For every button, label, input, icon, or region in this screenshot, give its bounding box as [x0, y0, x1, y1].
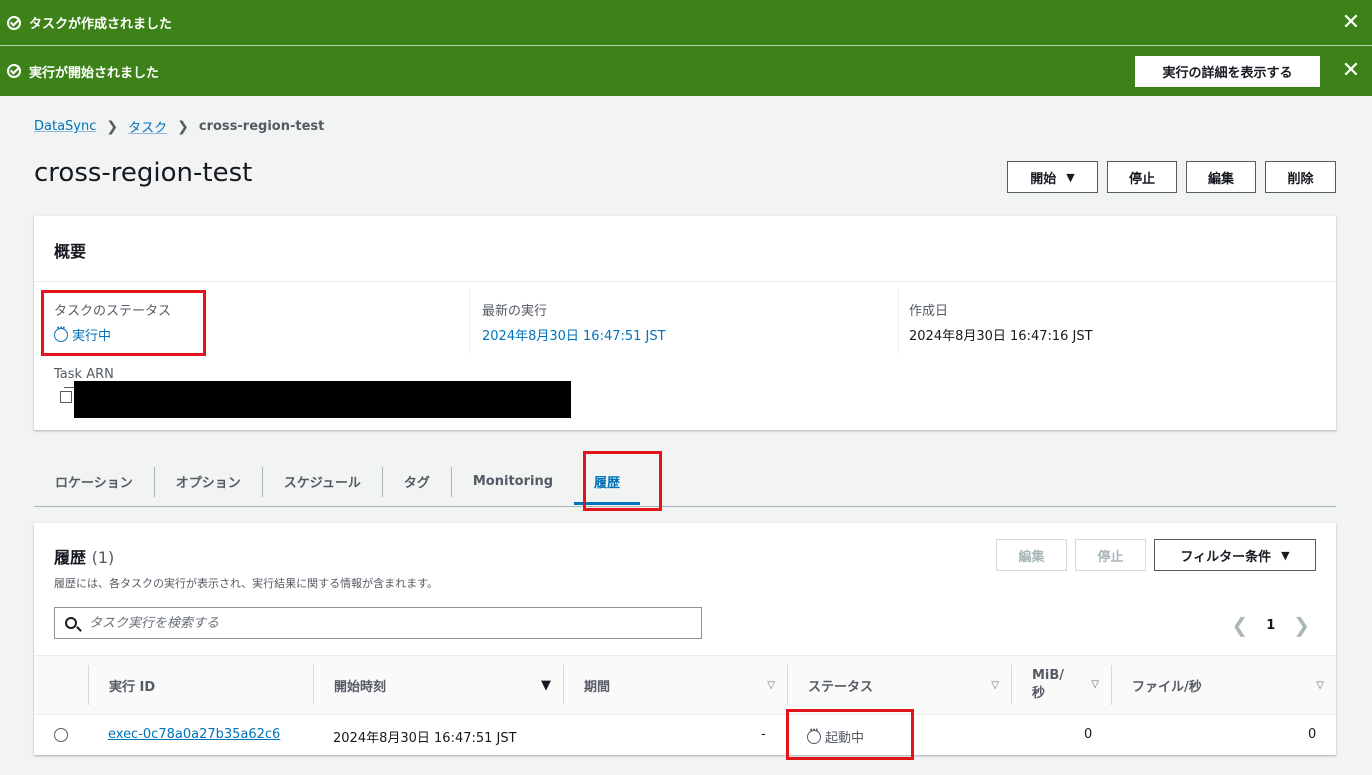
pagination: ❮ 1 ❯ — [1231, 613, 1310, 637]
col-files-per-sec[interactable]: ファイル/秒 ▽ — [1111, 665, 1336, 705]
exec-id-link[interactable]: exec-0c78a0a27b35a62c6 — [108, 727, 280, 742]
latest-exec-link[interactable]: 2024年8月30日 16:47:51 JST — [482, 325, 666, 344]
col-status[interactable]: ステータス ▽ — [787, 665, 1011, 705]
history-panel: 履歴 (1) 履歴には、各タスクの実行が表示され、実行結果に関する情報が含まれま… — [34, 523, 1336, 755]
table-row: exec-0c78a0a27b35a62c6 2024年8月30日 16:47:… — [34, 715, 1336, 755]
flash-message: 実行が開始されました — [29, 65, 160, 81]
col-duration[interactable]: 期間 ▽ — [563, 665, 787, 705]
latest-exec-field: 最新の実行 2024年8月30日 16:47:51 JST — [482, 300, 666, 344]
sort-desc-icon: ▼ — [541, 677, 551, 693]
redacted-arn — [74, 381, 571, 418]
chevron-left-icon[interactable]: ❮ — [1231, 613, 1248, 637]
row-select-radio[interactable] — [54, 728, 68, 742]
page-title: cross-region-test — [34, 158, 253, 188]
breadcrumb-tasks[interactable]: タスク — [128, 117, 167, 136]
breadcrumb: DataSync ❯ タスク ❯ cross-region-test — [34, 117, 325, 137]
chevron-right-icon: ❯ — [106, 118, 119, 135]
close-icon[interactable]: ✕ — [1336, 11, 1366, 34]
caret-down-icon: ▼ — [1066, 170, 1075, 184]
stop-button[interactable]: 停止 — [1107, 161, 1177, 193]
copy-icon[interactable] — [60, 387, 75, 403]
table-header: 実行 ID 開始時刻 ▼ 期間 ▽ ステータス ▽ MiB/ 秒 ▽ ファイル/秒 ▽ — [34, 655, 1336, 715]
highlight-box — [786, 709, 914, 760]
summary-heading: 概要 — [54, 242, 87, 261]
history-actions: 編集 停止 フィルター条件 ▼ — [996, 539, 1316, 571]
tab-bar: ロケーション オプション スケジュール タグ Monitoring 履歴 — [34, 457, 1336, 507]
summary-panel: 概要 タスクのステータス 実行中 最新の実行 2024年8月30日 16:47:… — [34, 216, 1336, 430]
breadcrumb-datasync[interactable]: DataSync — [34, 119, 96, 134]
flash-task-created: タスクが作成されました ✕ — [0, 0, 1372, 45]
page-number[interactable]: 1 — [1266, 618, 1275, 633]
exec-start-time: 2024年8月30日 16:47:51 JST — [333, 731, 517, 746]
flash-message: タスクが作成されました — [29, 17, 173, 32]
start-dropdown-button[interactable]: 開始 ▼ — [1007, 161, 1098, 193]
chevron-right-icon[interactable]: ❯ — [1293, 613, 1310, 637]
sort-icon: ▽ — [767, 679, 775, 691]
search-box — [54, 607, 702, 639]
flash-exec-started: 実行が開始されました 実行の詳細を表示する ✕ — [0, 46, 1372, 96]
col-start-time[interactable]: 開始時刻 ▼ — [313, 665, 563, 705]
breadcrumb-current: cross-region-test — [198, 119, 325, 134]
tab-locations[interactable]: ロケーション — [34, 466, 155, 497]
history-count: (1) — [91, 548, 115, 567]
close-icon[interactable]: ✕ — [1336, 60, 1366, 82]
task-arn-label: Task ARN — [54, 367, 114, 382]
tab-monitoring[interactable]: Monitoring — [452, 467, 574, 497]
tab-options[interactable]: オプション — [155, 466, 263, 497]
exec-files-per-sec: 0 — [1308, 727, 1317, 742]
created-field: 作成日 2024年8月30日 16:47:16 JST — [909, 300, 1093, 344]
edit-button[interactable]: 編集 — [996, 539, 1067, 571]
edit-button[interactable]: 編集 — [1186, 161, 1256, 193]
tab-tags[interactable]: タグ — [383, 466, 452, 497]
success-check-icon — [7, 64, 21, 78]
highlight-box — [41, 290, 206, 356]
history-description: 履歴には、各タスクの実行が表示され、実行結果に関する情報が含まれます。 — [54, 577, 439, 590]
caret-down-icon: ▼ — [1281, 548, 1290, 562]
search-icon — [65, 617, 77, 629]
stop-button[interactable]: 停止 — [1075, 539, 1146, 571]
view-exec-details-button[interactable]: 実行の詳細を表示する — [1135, 55, 1320, 87]
col-exec-id[interactable]: 実行 ID — [88, 665, 313, 705]
exec-mib-per-sec: 0 — [1084, 727, 1093, 742]
created-label: 作成日 — [909, 304, 949, 319]
chevron-right-icon: ❯ — [177, 118, 189, 135]
filter-dropdown-button[interactable]: フィルター条件 ▼ — [1154, 539, 1316, 571]
created-value: 2024年8月30日 16:47:16 JST — [909, 329, 1093, 344]
highlight-box — [583, 451, 662, 511]
sort-icon: ▽ — [991, 679, 999, 691]
tab-schedule[interactable]: スケジュール — [263, 466, 383, 497]
sort-icon: ▽ — [1091, 679, 1099, 690]
search-input[interactable] — [89, 615, 649, 631]
sort-icon: ▽ — [1316, 679, 1324, 691]
latest-exec-label: 最新の実行 — [482, 304, 548, 319]
history-heading: 履歴 (1) — [54, 548, 115, 567]
header-actions: 開始 ▼ 停止 編集 削除 — [1007, 161, 1336, 193]
exec-duration: - — [761, 727, 766, 742]
col-mib-per-sec[interactable]: MiB/ 秒 ▽ — [1011, 665, 1111, 705]
success-check-icon — [7, 15, 21, 30]
delete-button[interactable]: 削除 — [1265, 161, 1336, 193]
